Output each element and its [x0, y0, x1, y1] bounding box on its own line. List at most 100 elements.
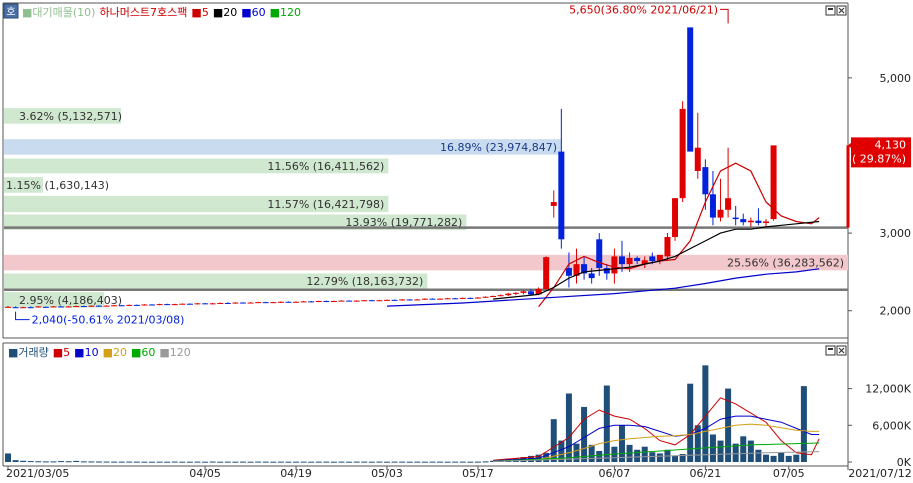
volume-bar: [232, 461, 239, 463]
legend-entry: ■120: [159, 346, 190, 359]
volume-bar: [634, 449, 641, 462]
volume-bar: [80, 461, 87, 463]
legend-entry: ■20: [103, 346, 127, 359]
legend-entry: ■5: [191, 6, 208, 19]
volume-bar: [58, 461, 65, 463]
volume-bar: [793, 454, 800, 462]
volume-bar: [672, 455, 679, 462]
volume-bar: [414, 461, 421, 463]
volume-bar: [111, 461, 118, 463]
legend-entry: ■5: [53, 346, 70, 359]
volume-bar: [368, 461, 375, 463]
volume-bar: [482, 461, 489, 463]
volume-profile-label: 12.79% (18,163,732): [306, 275, 423, 288]
volume-bar: [649, 452, 656, 462]
volume-bar: [20, 460, 27, 462]
maximize-icon: [828, 348, 833, 350]
volume-bar: [255, 461, 262, 463]
volume-bar: [444, 461, 451, 463]
volume-bar: [687, 383, 694, 462]
candle: [687, 27, 694, 152]
volume-profile-label: 2.95% (4,186,403): [19, 294, 122, 307]
volume-bar: [770, 455, 777, 462]
toggle-button-label: 호: [6, 6, 15, 18]
volume-bar: [406, 461, 413, 463]
volume-bar: [361, 461, 368, 463]
legend-entry: 하나머스트7호스팩: [99, 5, 187, 19]
y-tick-label: 2,000: [880, 305, 912, 318]
volume-bar: [474, 461, 481, 463]
volume-bar: [42, 461, 49, 463]
volume-bar: [467, 461, 474, 463]
y-tick-label: 5,000: [880, 72, 912, 85]
volume-profile-label: 11.57% (16,421,798): [267, 198, 384, 211]
volume-profile-label: 13.93% (19,771,282): [345, 216, 462, 229]
x-tick-label: 04/19: [280, 467, 312, 479]
y-tick-label: 6,000K: [872, 419, 911, 432]
volume-pane-maximize-button[interactable]: [825, 345, 836, 356]
volume-bar: [778, 452, 785, 462]
volume-bar: [323, 461, 330, 463]
volume-bar: [118, 461, 125, 463]
volume-bar: [421, 461, 428, 463]
volume-bar: [763, 454, 769, 462]
volume-bar: [452, 461, 459, 463]
volume-bar: [293, 461, 300, 463]
volume-bar: [300, 461, 307, 463]
volume-bar: [285, 461, 292, 463]
candle: [543, 256, 550, 290]
volume-bar: [618, 425, 625, 462]
volume-bar: [239, 461, 246, 463]
volume-profile-label: 25.56% (36,283,562): [727, 257, 844, 270]
volume-bar: [202, 461, 209, 463]
volume-bar: [224, 461, 231, 463]
legend-entry: ■120: [270, 6, 301, 19]
y-tick-label: 3,000: [880, 227, 912, 240]
low-label: 2,040(-50.61% 2021/03/08): [32, 314, 185, 327]
legend-entry: ■대기매물(10): [22, 6, 95, 19]
volume-bar: [437, 461, 444, 463]
volume-bar: [588, 444, 595, 462]
chart-background: [0, 0, 913, 479]
volume-profile-label: 1.15% (1,630,143): [6, 179, 109, 192]
volume-profile-label: 16.89% (23,974,847): [440, 141, 557, 154]
volume-bar: [126, 461, 133, 463]
volume-bar: [755, 449, 762, 462]
candle: [664, 233, 671, 261]
volume-bar: [315, 461, 322, 463]
price-pane-maximize-button[interactable]: [825, 5, 836, 16]
volume-bar: [247, 461, 254, 463]
volume-bar: [164, 461, 171, 463]
legend-entry: ■20: [213, 6, 237, 19]
legend-entry: ■거래량: [8, 346, 49, 359]
candle: [672, 198, 679, 241]
volume-bar: [656, 453, 663, 462]
current-price-change: ( 29.87%): [852, 152, 906, 165]
volume-profile-label: 3.62% (5,132,571): [19, 110, 122, 123]
volume-bar: [149, 461, 156, 463]
volume-bar: [262, 461, 269, 463]
volume-bar: [800, 386, 807, 462]
x-tick-label: 06/07: [599, 467, 631, 479]
volume-bar: [270, 461, 277, 463]
volume-bar: [27, 461, 34, 463]
volume-bar: [353, 461, 360, 463]
chart-window: 3.62% (5,132,571) 16.89% (23,974,847) 11.5…: [0, 0, 913, 480]
x-tick-label: 05/03: [371, 467, 403, 479]
volume-bar: [391, 461, 398, 463]
volume-profile-label: 11.56% (16,411,562): [267, 160, 384, 173]
legend-entry: ■60: [241, 6, 265, 19]
volume-bar: [277, 461, 284, 463]
volume-bar: [50, 461, 57, 463]
volume-profile-bar: [4, 254, 848, 271]
volume-pane-close-button[interactable]: [836, 345, 847, 356]
volume-bar: [156, 461, 163, 463]
volume-bar: [459, 461, 466, 463]
maximize-icon: [828, 8, 833, 10]
volume-bar: [65, 461, 72, 463]
x-tick-label: 07/05: [773, 467, 805, 479]
price-pane-close-button[interactable]: [836, 5, 847, 16]
price-legend: ■대기매물(10) 하나머스트7호스팩 ■5 ■20 ■60 ■120: [22, 5, 301, 19]
volume-bar: [141, 461, 148, 463]
x-tick-label: 2021/07/12: [848, 467, 911, 479]
